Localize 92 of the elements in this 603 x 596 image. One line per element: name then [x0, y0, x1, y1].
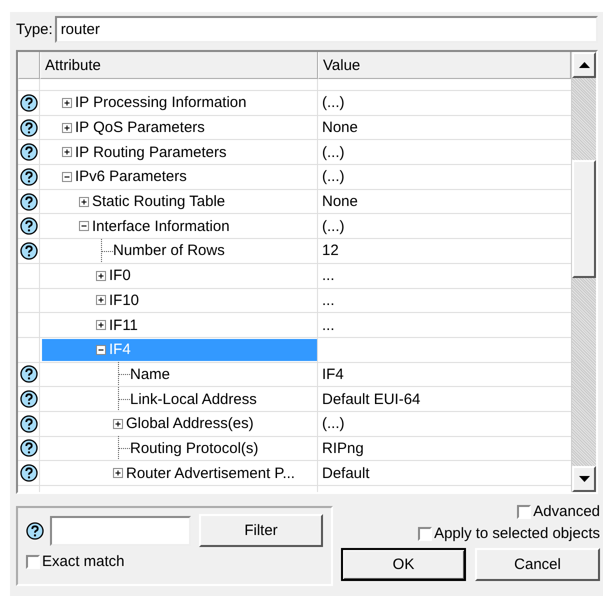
- cancel-button[interactable]: Cancel: [475, 548, 600, 581]
- exact-match-label: Exact match: [42, 553, 125, 570]
- checkbox[interactable]: [26, 554, 40, 568]
- attribute-cell[interactable]: IF10: [42, 290, 317, 312]
- ok-button[interactable]: OK: [341, 548, 466, 581]
- attribute-cell[interactable]: Routing Protocol(s): [42, 438, 317, 460]
- apply-label: Apply to selected objects: [434, 525, 600, 542]
- type-label: Type:: [16, 21, 53, 38]
- attribute-name: IP QoS Parameters: [75, 119, 205, 136]
- value-cell[interactable]: (...): [322, 168, 344, 186]
- help-icon[interactable]: [20, 168, 38, 186]
- attribute-name: IF11: [109, 316, 138, 334]
- attribute-name: Routing Protocol(s): [130, 440, 258, 457]
- attribute-cell[interactable]: IP Processing Information: [42, 92, 317, 114]
- attribute-cell[interactable]: Number of Rows: [42, 240, 317, 262]
- scrollbar[interactable]: [571, 52, 596, 492]
- value-cell[interactable]: 12: [322, 242, 339, 260]
- column-header[interactable]: Attribute: [40, 52, 318, 79]
- help-icon[interactable]: [20, 390, 38, 408]
- help-icon[interactable]: [20, 365, 38, 384]
- help-icon[interactable]: [20, 242, 38, 260]
- help-icon[interactable]: [20, 439, 38, 458]
- expand-icon[interactable]: [79, 196, 89, 207]
- attribute-name: Interface Information: [92, 218, 230, 235]
- attribute-name: IPv6 Parameters: [75, 168, 187, 186]
- attribute-name: Number of Rows: [113, 242, 225, 260]
- expand-icon[interactable]: [62, 147, 72, 158]
- expand-icon[interactable]: [96, 270, 106, 281]
- type-field[interactable]: router: [54, 16, 598, 43]
- attribute-cell[interactable]: IPv6 Parameters: [42, 166, 317, 188]
- attribute-cell[interactable]: IF11: [42, 314, 317, 336]
- help-icon[interactable]: [20, 118, 38, 137]
- attribute-cell[interactable]: IF0: [42, 264, 317, 286]
- attribute-cell[interactable]: IP QoS Parameters: [42, 116, 317, 138]
- expand-icon[interactable]: [62, 98, 72, 108]
- value-cell[interactable]: Default EUI-64: [322, 390, 420, 408]
- attribute-cell[interactable]: Global Address(es): [42, 412, 317, 435]
- collapse-icon[interactable]: [62, 172, 72, 182]
- attribute-name: Global Address(es): [126, 415, 254, 432]
- expand-icon[interactable]: [113, 468, 123, 478]
- attribute-cell[interactable]: Name: [42, 364, 317, 386]
- value-cell[interactable]: RIPng: [322, 440, 364, 457]
- help-icon[interactable]: [20, 94, 38, 112]
- attribute-name: IP Processing Information: [75, 94, 246, 112]
- scroll-down-button[interactable]: [572, 466, 596, 492]
- attribute-cell[interactable]: Static Routing Table: [42, 190, 317, 212]
- attribute-name: Name: [130, 366, 170, 383]
- expand-icon[interactable]: [96, 320, 106, 330]
- value-cell[interactable]: ...: [322, 267, 335, 284]
- advanced-label: Advanced: [533, 503, 600, 520]
- help-icon[interactable]: [26, 522, 44, 540]
- value-cell[interactable]: None: [322, 193, 358, 210]
- collapse-icon[interactable]: [79, 221, 89, 232]
- value-cell[interactable]: IF4: [322, 366, 344, 383]
- attribute-cell[interactable]: Router Advertisement P...: [42, 462, 317, 484]
- value-cell[interactable]: (...): [322, 94, 344, 112]
- attribute-cell[interactable]: IP Routing Parameters: [42, 141, 317, 164]
- attribute-name: IP Routing Parameters: [75, 144, 226, 161]
- help-icon[interactable]: [20, 464, 38, 482]
- help-icon[interactable]: [20, 143, 38, 162]
- checkbox[interactable]: [517, 504, 532, 518]
- value-cell[interactable]: ...: [322, 292, 335, 309]
- attribute-cell[interactable]: Link-Local Address: [42, 388, 317, 410]
- checkbox[interactable]: [418, 526, 432, 540]
- help-icon[interactable]: [20, 414, 38, 433]
- attribute-name: Router Advertisement P...: [126, 464, 295, 482]
- value-cell[interactable]: Default: [322, 464, 370, 482]
- filter-button[interactable]: Filter: [199, 514, 323, 547]
- help-icon[interactable]: [20, 217, 38, 236]
- help-icon[interactable]: [20, 192, 38, 211]
- attribute-name: IF10: [109, 292, 140, 309]
- attribute-name: Static Routing Table: [92, 193, 226, 210]
- expand-icon[interactable]: [113, 418, 123, 429]
- collapse-icon[interactable]: [96, 344, 106, 355]
- attribute-cell[interactable]: Interface Information: [42, 215, 317, 238]
- expand-icon[interactable]: [62, 122, 72, 133]
- value-cell[interactable]: (...): [322, 144, 344, 161]
- attribute-name: IF0: [109, 267, 131, 284]
- down-arrow-icon: [578, 476, 590, 482]
- value-cell[interactable]: None: [322, 119, 358, 136]
- header-cell: [18, 52, 40, 79]
- expand-icon[interactable]: [96, 295, 106, 306]
- column-header[interactable]: Value: [318, 52, 571, 79]
- value-cell[interactable]: (...): [322, 218, 344, 235]
- up-arrow-icon: [578, 62, 590, 68]
- attribute-name: IF4: [109, 341, 131, 358]
- scroll-thumb[interactable]: [572, 160, 596, 278]
- value-cell[interactable]: (...): [322, 415, 344, 432]
- scroll-up-button[interactable]: [572, 52, 596, 78]
- filter-field[interactable]: [50, 516, 191, 546]
- value-cell[interactable]: ...: [322, 316, 335, 334]
- attribute-name: Link-Local Address: [130, 390, 257, 408]
